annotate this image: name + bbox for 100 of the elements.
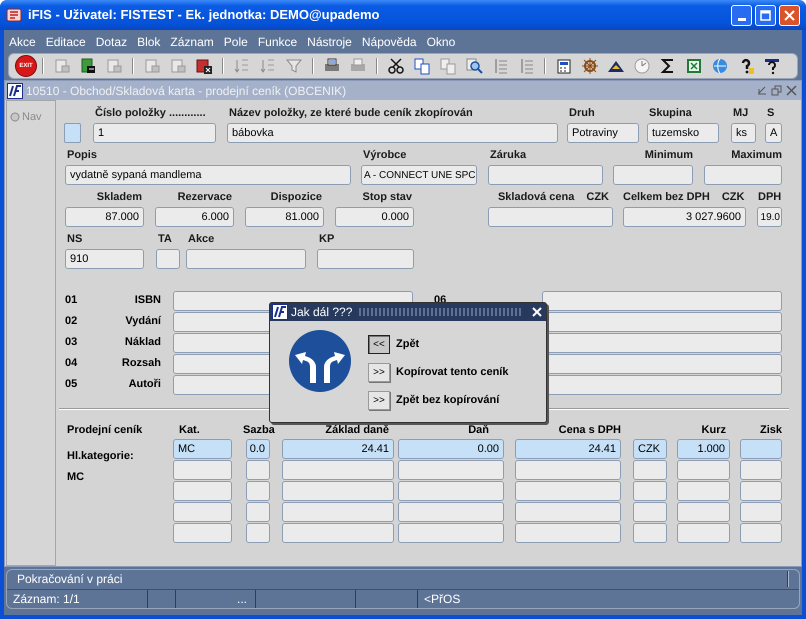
- input-field[interactable]: 6.000: [155, 207, 234, 227]
- input-field[interactable]: 87.000: [65, 207, 144, 227]
- cut-icon[interactable]: [387, 57, 405, 75]
- menu-item[interactable]: Dotaz: [94, 32, 128, 50]
- search-icon[interactable]: [465, 57, 483, 75]
- table-cell[interactable]: [633, 502, 667, 522]
- table-cell[interactable]: [282, 481, 394, 501]
- table-cell[interactable]: [633, 523, 667, 543]
- input-field[interactable]: 19.0: [757, 207, 782, 227]
- restore-icon[interactable]: [771, 85, 782, 96]
- paste-icon[interactable]: [439, 57, 457, 75]
- table-cell[interactable]: CZK: [633, 439, 667, 459]
- calculator-icon[interactable]: [555, 57, 573, 75]
- table-cell[interactable]: [398, 502, 504, 522]
- table-cell[interactable]: MC: [173, 439, 232, 459]
- table-cell[interactable]: 24.41: [282, 439, 394, 459]
- menu-item[interactable]: Nápověda: [360, 32, 418, 50]
- delete-icon[interactable]: [195, 57, 213, 75]
- input-field[interactable]: [317, 249, 414, 269]
- menu-item[interactable]: Pole: [222, 32, 249, 50]
- sort-descending-icon[interactable]: [259, 57, 277, 75]
- table-cell[interactable]: [282, 502, 394, 522]
- table-cell[interactable]: [740, 523, 782, 543]
- menu-item[interactable]: Akce: [8, 32, 37, 50]
- table-cell[interactable]: [173, 502, 232, 522]
- table-cell[interactable]: 1.000: [677, 439, 730, 459]
- copy-icon[interactable]: [413, 57, 431, 75]
- table-cell[interactable]: [515, 481, 621, 501]
- table-cell[interactable]: [246, 523, 270, 543]
- table-cell[interactable]: [246, 502, 270, 522]
- table-cell[interactable]: [515, 502, 621, 522]
- table-cell[interactable]: [282, 523, 394, 543]
- input-field[interactable]: A - CONNECT UNE SPC: [361, 165, 477, 185]
- input-field[interactable]: tuzemsko: [647, 123, 719, 143]
- input-field[interactable]: [613, 165, 693, 185]
- sort-ascending-icon[interactable]: [233, 57, 251, 75]
- input-field[interactable]: ks: [731, 123, 756, 143]
- filter-icon[interactable]: [285, 57, 303, 75]
- table-cell[interactable]: [515, 523, 621, 543]
- input-field[interactable]: bábovka: [227, 123, 558, 143]
- input-field[interactable]: 81.000: [245, 207, 324, 227]
- input-field[interactable]: A: [765, 123, 782, 143]
- input-field[interactable]: [488, 207, 613, 227]
- table-cell[interactable]: [398, 481, 504, 501]
- option-button[interactable]: >>: [368, 391, 390, 410]
- table-cell[interactable]: 24.41: [515, 439, 621, 459]
- input-field[interactable]: vydatně sypaná mandlema: [65, 165, 351, 185]
- table-cell[interactable]: 0.00: [398, 439, 504, 459]
- maximize-button[interactable]: [755, 4, 776, 26]
- spreadsheet-icon[interactable]: [685, 57, 703, 75]
- table-cell[interactable]: [740, 439, 782, 459]
- table-cell[interactable]: [633, 481, 667, 501]
- table-cell[interactable]: [173, 523, 232, 543]
- option-button[interactable]: >>: [368, 363, 390, 382]
- table-cell[interactable]: [515, 460, 621, 480]
- table-cell[interactable]: [282, 460, 394, 480]
- table-cell[interactable]: [398, 523, 504, 543]
- record-indicator[interactable]: [64, 123, 81, 143]
- table-cell[interactable]: [740, 460, 782, 480]
- table-cell[interactable]: [246, 460, 270, 480]
- option-button[interactable]: <<: [368, 335, 390, 354]
- globe-icon[interactable]: [711, 57, 729, 75]
- input-field[interactable]: 910: [65, 249, 144, 269]
- wheel-icon[interactable]: [581, 57, 599, 75]
- table-cell[interactable]: [246, 481, 270, 501]
- menu-item[interactable]: Okno: [426, 32, 456, 50]
- radio-icon[interactable]: [10, 112, 20, 122]
- input-field[interactable]: [542, 290, 782, 310]
- close-icon[interactable]: [786, 85, 797, 96]
- input-field[interactable]: [156, 249, 180, 269]
- clock-icon[interactable]: [633, 57, 651, 75]
- table-cell[interactable]: [398, 460, 504, 480]
- table-cell[interactable]: [740, 502, 782, 522]
- close-button[interactable]: [779, 4, 800, 26]
- input-field[interactable]: 0.000: [335, 207, 414, 227]
- input-field[interactable]: [186, 249, 306, 269]
- save-icon[interactable]: [79, 57, 97, 75]
- table-cell[interactable]: [740, 481, 782, 501]
- question-icon[interactable]: [763, 57, 781, 75]
- table-cell[interactable]: [677, 481, 730, 501]
- menu-item[interactable]: Nástroje: [306, 32, 353, 50]
- input-field[interactable]: Potraviny: [567, 123, 639, 143]
- input-field[interactable]: [704, 165, 782, 185]
- table-cell[interactable]: 0.0: [246, 439, 270, 459]
- input-field[interactable]: 1: [93, 123, 216, 143]
- menu-item[interactable]: Blok: [136, 32, 162, 50]
- table-cell[interactable]: [677, 502, 730, 522]
- close-button[interactable]: [530, 305, 544, 319]
- table-cell[interactable]: [677, 460, 730, 480]
- input-field[interactable]: 3 027.9600: [623, 207, 746, 227]
- menu-item[interactable]: Záznam: [169, 32, 215, 50]
- table-cell[interactable]: [677, 523, 730, 543]
- menu-item[interactable]: Editace: [44, 32, 87, 50]
- minimize-icon[interactable]: [756, 85, 767, 96]
- minimize-button[interactable]: [731, 4, 752, 26]
- table-cell[interactable]: [173, 481, 232, 501]
- input-field[interactable]: [488, 165, 603, 185]
- table-cell[interactable]: [633, 460, 667, 480]
- menu-item[interactable]: Funkce: [256, 32, 298, 50]
- table-cell[interactable]: [173, 460, 232, 480]
